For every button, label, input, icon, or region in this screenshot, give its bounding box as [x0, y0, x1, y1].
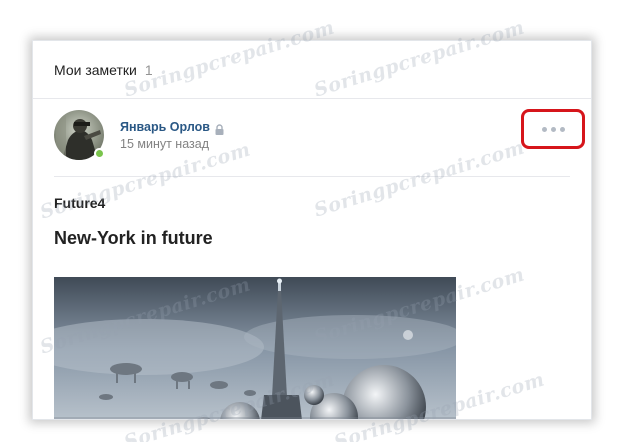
- notes-count: 1: [144, 61, 153, 78]
- lock-icon: [215, 122, 224, 135]
- note-image-graphic: [54, 277, 456, 419]
- card-header: Мои заметки 1: [33, 41, 591, 99]
- more-actions-button[interactable]: [521, 109, 585, 149]
- page-title: Мои заметки: [54, 61, 137, 78]
- post-header: Январь Орлов 15 минут назад: [33, 99, 591, 177]
- author-line: Январь Орлов: [120, 120, 224, 135]
- screenshot-stage: Мои заметки 1 Январь Орлов 15 минут наза…: [0, 0, 626, 442]
- futuristic-city-image[interactable]: [54, 277, 456, 419]
- note-title: New-York in future: [54, 228, 213, 248]
- more-horizontal-icon: [541, 126, 565, 132]
- online-status-dot: [94, 148, 105, 159]
- notes-card: Мои заметки 1 Январь Орлов 15 минут наза…: [32, 40, 592, 420]
- avatar[interactable]: [54, 110, 105, 160]
- author-name-link[interactable]: Январь Орлов: [120, 120, 210, 134]
- note-name: Future4: [54, 195, 106, 211]
- header-divider: [54, 176, 570, 177]
- post-timestamp[interactable]: 15 минут назад: [120, 137, 209, 151]
